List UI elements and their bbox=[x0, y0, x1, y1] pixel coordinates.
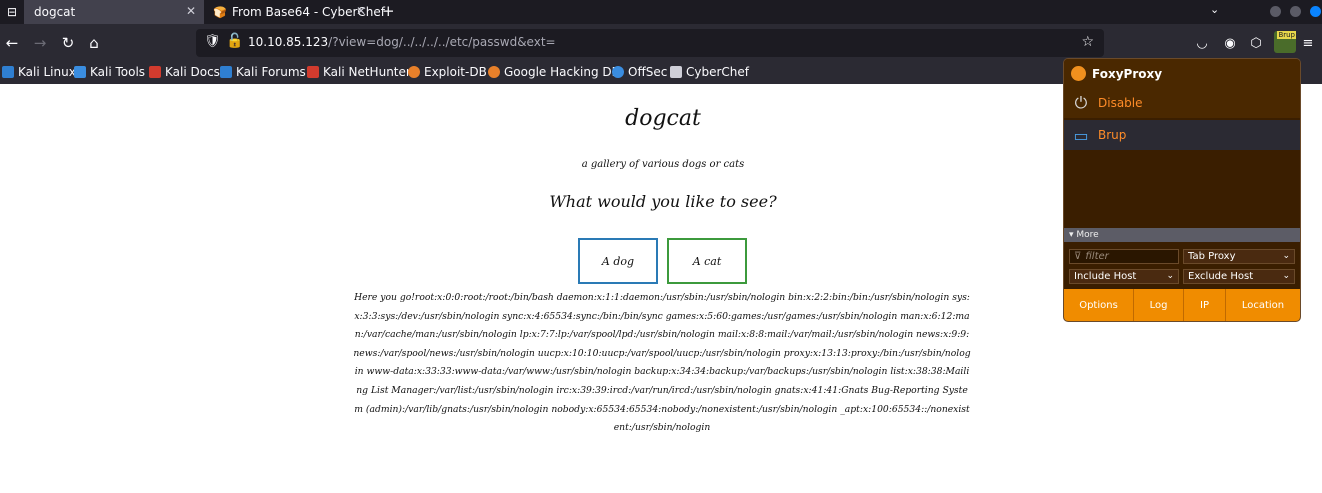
include-host-value: Include Host bbox=[1074, 271, 1137, 282]
tracking-protection-icon[interactable]: 🛡 bbox=[204, 34, 221, 49]
chevron-down-icon: ⌄ bbox=[1282, 251, 1290, 261]
kali-forums-icon bbox=[220, 66, 232, 78]
foxyproxy-logo-icon bbox=[1071, 66, 1086, 81]
exclude-host-select[interactable]: Exclude Host ⌄ bbox=[1183, 269, 1295, 284]
location-button[interactable]: Location bbox=[1226, 289, 1300, 321]
include-host-select[interactable]: Include Host ⌄ bbox=[1069, 269, 1179, 284]
chevron-down-icon: ⌄ bbox=[1282, 271, 1290, 281]
bookmark-cyberchef[interactable]: CyberChef bbox=[670, 65, 749, 79]
tab-bar: ⊟ dogcat ✕ 🍞 From Base64 - CyberChef ✕ +… bbox=[0, 0, 1322, 24]
bookmark-kali-docs[interactable]: Kali Docs bbox=[149, 65, 220, 79]
bookmark-label: Kali Tools bbox=[90, 65, 146, 79]
file-output-text: Here you go!root:x:0:0:root:/root:/bin/b… bbox=[353, 292, 971, 434]
back-icon[interactable]: ← bbox=[2, 33, 22, 53]
bookmark-label: Kali Docs bbox=[165, 65, 220, 79]
bookmark-label: CyberChef bbox=[686, 65, 750, 79]
tab-cyberchef[interactable]: 🍞 From Base64 - CyberChef ✕ bbox=[204, 0, 385, 24]
bookmark-label: Kali NetHunter bbox=[323, 65, 411, 79]
tab-title: dogcat bbox=[34, 5, 76, 19]
exploit-db-icon bbox=[408, 66, 420, 78]
close-tab-icon[interactable]: ✕ bbox=[356, 4, 366, 18]
filter-placeholder: filter bbox=[1085, 251, 1109, 262]
exclude-host-value: Exclude Host bbox=[1188, 271, 1254, 282]
bookmark-kali-linux[interactable]: Kali Linux bbox=[2, 65, 76, 79]
url-text[interactable]: 10.10.85.123/?view=dog/../../../../etc/p… bbox=[248, 35, 556, 49]
disable-proxy-option[interactable]: ⏻ Disable bbox=[1064, 88, 1300, 118]
extension-badge: Brup bbox=[1277, 31, 1296, 39]
nethunter-icon bbox=[307, 66, 319, 78]
cyberchef-favicon-icon: 🍞 bbox=[213, 5, 227, 19]
bookmark-label: Google Hacking DB bbox=[504, 65, 620, 79]
close-window-button[interactable] bbox=[1310, 6, 1321, 17]
bookmark-label: Kali Forums bbox=[236, 65, 306, 79]
menu-icon[interactable]: ≡ bbox=[1298, 33, 1318, 53]
pocket-icon[interactable]: ◡ bbox=[1192, 33, 1212, 53]
tab-dogcat[interactable]: dogcat ✕ bbox=[24, 0, 204, 24]
foxyproxy-footer: Options Log IP Location bbox=[1064, 289, 1300, 321]
monitor-icon: ▭ bbox=[1073, 125, 1089, 145]
log-button[interactable]: Log bbox=[1134, 289, 1184, 321]
chevron-down-icon: ⌄ bbox=[1166, 271, 1174, 281]
maximize-window-button[interactable] bbox=[1290, 6, 1301, 17]
new-tab-button[interactable]: + bbox=[382, 2, 395, 20]
proxy-option-brup[interactable]: ▭ Brup bbox=[1064, 120, 1300, 150]
kali-tools-icon bbox=[74, 66, 86, 78]
more-toggle[interactable]: ▾ More bbox=[1064, 228, 1300, 242]
close-tab-icon[interactable]: ✕ bbox=[186, 4, 196, 18]
insecure-lock-icon[interactable]: 🔓 bbox=[226, 33, 243, 49]
tab-list-menu-icon[interactable]: ⊟ bbox=[0, 0, 24, 24]
foxyproxy-title: FoxyProxy bbox=[1092, 66, 1163, 81]
home-icon[interactable]: ⌂ bbox=[84, 33, 104, 53]
forward-icon[interactable]: → bbox=[30, 33, 50, 53]
tab-proxy-value: Tab Proxy bbox=[1188, 251, 1236, 262]
ghdb-icon bbox=[488, 66, 500, 78]
bookmark-exploit-db[interactable]: Exploit-DB bbox=[408, 65, 487, 79]
tab-proxy-select[interactable]: Tab Proxy ⌄ bbox=[1183, 249, 1295, 264]
power-icon: ⏻ bbox=[1074, 93, 1088, 112]
filter-input[interactable]: ⊽ filter bbox=[1069, 249, 1179, 264]
bookmark-kali-forums[interactable]: Kali Forums bbox=[220, 65, 306, 79]
bookmark-google-hacking-db[interactable]: Google Hacking DB bbox=[488, 65, 620, 79]
offsec-icon bbox=[612, 66, 624, 78]
bookmark-star-icon[interactable]: ☆ bbox=[1081, 34, 1094, 50]
url-bar[interactable]: 🛡 🔓 10.10.85.123/?view=dog/../../../../e… bbox=[196, 29, 1104, 57]
bookmark-kali-nethunter[interactable]: Kali NetHunter bbox=[307, 65, 411, 79]
cyberchef-icon bbox=[670, 66, 682, 78]
foxyproxy-extension-icon[interactable]: Brup bbox=[1274, 31, 1296, 53]
foxyproxy-popup: FoxyProxy ⏻ Disable ▭ Brup ▾ More ⊽ filt… bbox=[1063, 58, 1301, 322]
bookmark-label: Exploit-DB bbox=[424, 65, 487, 79]
filter-icon: ⊽ bbox=[1074, 251, 1082, 262]
url-path: /?view=dog/../../../../etc/passwd&ext= bbox=[328, 35, 556, 49]
bookmark-offsec[interactable]: OffSec bbox=[612, 65, 667, 79]
account-icon[interactable]: ◉ bbox=[1220, 33, 1240, 53]
disable-label: Disable bbox=[1098, 96, 1143, 110]
minimize-window-button[interactable] bbox=[1270, 6, 1281, 17]
bookmark-label: Kali Linux bbox=[18, 65, 76, 79]
list-all-tabs-icon[interactable]: ⌄ bbox=[1210, 3, 1219, 16]
bookmark-kali-tools[interactable]: Kali Tools bbox=[74, 65, 145, 79]
ip-button[interactable]: IP bbox=[1184, 289, 1226, 321]
url-host: 10.10.85.123 bbox=[248, 35, 329, 49]
extensions-icon[interactable]: ⬡ bbox=[1246, 33, 1266, 53]
dog-button[interactable]: A dog bbox=[578, 238, 658, 284]
navigation-toolbar: ← → ↻ ⌂ 🛡 🔓 10.10.85.123/?view=dog/../..… bbox=[0, 24, 1322, 62]
kali-docs-icon bbox=[149, 66, 161, 78]
options-button[interactable]: Options bbox=[1064, 289, 1134, 321]
kali-icon bbox=[2, 66, 14, 78]
foxyproxy-header: FoxyProxy bbox=[1064, 59, 1300, 88]
proxy-label: Brup bbox=[1098, 128, 1127, 142]
cat-button[interactable]: A cat bbox=[667, 238, 747, 284]
bookmark-label: OffSec bbox=[628, 65, 668, 79]
reload-icon[interactable]: ↻ bbox=[58, 33, 78, 53]
